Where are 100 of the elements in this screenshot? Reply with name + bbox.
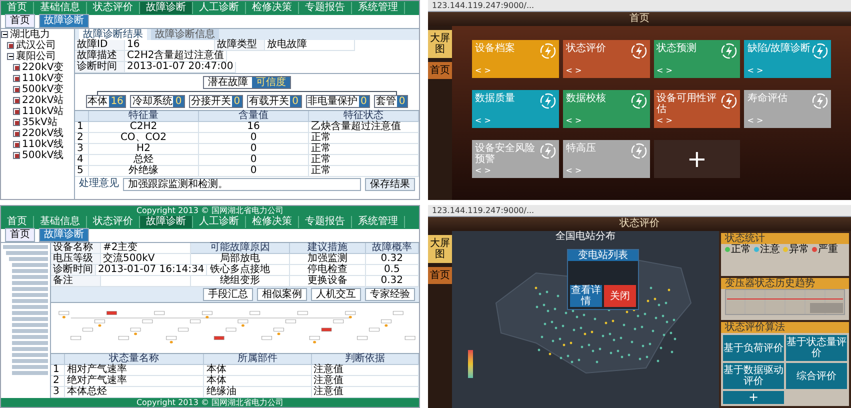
popup-button[interactable]: 关闭 xyxy=(604,285,636,307)
plus-icon[interactable] xyxy=(13,97,20,104)
tree-item[interactable]: 35kV站 xyxy=(22,117,58,128)
tree-item[interactable]: 500kV线 xyxy=(22,150,64,161)
tab[interactable]: 故障诊断 xyxy=(39,14,89,28)
plus-icon[interactable] xyxy=(13,86,20,93)
menu-item[interactable]: 系统管理 xyxy=(352,2,405,14)
column-header: 判断依据 xyxy=(312,354,419,365)
action-button[interactable]: 人机交互 xyxy=(311,288,361,301)
menu-item[interactable]: 故障诊断 xyxy=(140,216,193,228)
tab[interactable]: 首页 xyxy=(5,14,35,28)
pager-arrows[interactable]: < > xyxy=(566,116,606,125)
dashboard-tile[interactable]: 状态评价 < > xyxy=(562,40,650,78)
save-button[interactable]: 保存结果 xyxy=(365,178,415,191)
dashboard-tile[interactable]: 设备可用性评估 < > xyxy=(654,90,740,128)
menu-item[interactable]: 故障诊断 xyxy=(140,2,193,14)
input-field[interactable]: 交流500kV xyxy=(101,254,191,265)
tab[interactable]: 首页 xyxy=(5,228,35,242)
side-button[interactable]: 大屏图 xyxy=(428,235,452,263)
dashboard-tile[interactable]: 状态预测 < > xyxy=(654,40,740,78)
comment-field[interactable]: 加强跟踪监测和检测。 xyxy=(123,178,361,191)
pager-arrows[interactable]: < > xyxy=(656,116,722,125)
table-cell: 注意值 xyxy=(312,365,419,376)
menu-item[interactable]: 检修决策 xyxy=(246,216,299,228)
side-button[interactable]: 大屏图 xyxy=(428,30,452,58)
algorithm-button[interactable]: 综合评价 xyxy=(786,363,847,389)
action-button[interactable]: 专家经验 xyxy=(365,288,415,301)
field-label: 故障描述 xyxy=(75,51,125,62)
tree-item[interactable]: 110kV变 xyxy=(22,73,64,84)
bolt-circle-icon xyxy=(630,143,646,159)
tree-item[interactable]: 220kV线 xyxy=(22,128,64,139)
address-bar[interactable]: 123.144.119.247:9000/... xyxy=(428,0,851,12)
table-cell: 正常 xyxy=(309,133,419,144)
tree-item[interactable]: 110kV站 xyxy=(22,106,64,117)
node-badge: 0 xyxy=(173,96,184,107)
minus-icon[interactable] xyxy=(1,31,8,38)
plus-icon[interactable] xyxy=(13,119,20,126)
dashboard-tile[interactable]: 数据质量 < > xyxy=(472,90,559,128)
bolt-circle-icon xyxy=(540,43,556,59)
plus-icon[interactable] xyxy=(13,141,20,148)
row-number: 2 xyxy=(51,376,65,387)
table-cell: C2H2 xyxy=(89,122,199,133)
menu-item[interactable]: 专题报告 xyxy=(299,216,352,228)
address-bar[interactable]: 123.144.119.247:9000/... xyxy=(428,205,851,217)
node-badge: 0 xyxy=(396,96,408,107)
dashboard-tile[interactable]: 数据校核 < > xyxy=(562,90,650,128)
input-field[interactable]: 2013-01-07 16:14:34 xyxy=(96,265,208,276)
dashboard-tile[interactable]: 缺陷/故障诊断 < > xyxy=(744,40,831,78)
table-cell: 0 xyxy=(199,155,309,166)
legend-label: 注意 xyxy=(760,244,780,255)
menu-item[interactable]: 检修决策 xyxy=(246,2,299,14)
plus-icon[interactable] xyxy=(13,152,20,159)
pager-arrows[interactable]: < > xyxy=(475,116,515,125)
tree-item[interactable]: 500kV变 xyxy=(22,84,64,95)
table-cell: H2 xyxy=(89,144,199,155)
tree-item[interactable]: 220kV变 xyxy=(22,62,64,73)
table-cell: 绝对产气速率 xyxy=(65,376,204,387)
field-label: 诊断时间 xyxy=(75,62,125,73)
pager-arrows[interactable]: < > xyxy=(566,66,606,75)
side-button[interactable]: 首页 xyxy=(428,62,452,79)
tree-item[interactable]: 襄阳公司 xyxy=(16,51,56,62)
table-cell: 0.32 xyxy=(366,254,419,265)
menu-item[interactable]: 人工诊断 xyxy=(193,2,246,14)
side-button[interactable]: 首页 xyxy=(428,267,452,284)
tree-item[interactable]: 湖北电力 xyxy=(10,29,50,40)
node-label: 分接开关 xyxy=(190,96,232,107)
add-tile-button[interactable]: + xyxy=(654,140,740,178)
add-button[interactable]: + xyxy=(723,391,784,404)
column-header: 特征量 xyxy=(89,111,199,122)
tab[interactable]: 故障诊断信息 xyxy=(151,29,219,40)
algorithm-button[interactable]: 基于负荷评价 xyxy=(723,335,784,361)
table-cell: 本体 xyxy=(204,376,312,387)
plus-icon[interactable] xyxy=(13,75,20,82)
table-cell: 正常 xyxy=(309,166,419,177)
plus-icon[interactable] xyxy=(13,130,20,137)
menu-item[interactable]: 系统管理 xyxy=(352,216,405,228)
tree-item[interactable]: 220kV站 xyxy=(22,95,64,106)
plus-icon[interactable] xyxy=(13,64,20,71)
pager-arrows[interactable]: < > xyxy=(656,66,696,75)
action-button[interactable]: 相似案例 xyxy=(257,288,307,301)
tile-label: 数据校核 xyxy=(566,93,606,104)
plus-icon[interactable] xyxy=(13,108,20,115)
tab[interactable]: 故障诊断 xyxy=(39,228,89,242)
algorithm-button[interactable]: 基于数据驱动评价 xyxy=(723,363,784,389)
column-header: 所属部件 xyxy=(204,354,312,365)
bolt-circle-icon xyxy=(721,93,738,109)
tree-item[interactable]: 110kV线 xyxy=(22,139,64,150)
tab[interactable]: 故障诊断结果 xyxy=(79,29,147,40)
plus-icon[interactable] xyxy=(7,42,14,49)
menu-item[interactable]: 人工诊断 xyxy=(193,216,246,228)
field-value: 放电故障 xyxy=(265,40,355,51)
menu-item[interactable]: 专题报告 xyxy=(299,2,352,14)
panel-title: 状态统计 xyxy=(721,233,849,244)
minus-icon[interactable] xyxy=(7,53,14,60)
algorithm-button[interactable]: 基于状态量评价 xyxy=(786,335,847,361)
action-button[interactable]: 手段汇总 xyxy=(203,288,253,301)
popup-button[interactable]: 查看详情 xyxy=(570,285,602,307)
footer-bar: Copyright 2013 © 国网湖北省电力公司 xyxy=(1,206,419,215)
tree-item[interactable]: 武汉公司 xyxy=(16,40,56,51)
pager-arrows[interactable]: < > xyxy=(747,66,811,75)
